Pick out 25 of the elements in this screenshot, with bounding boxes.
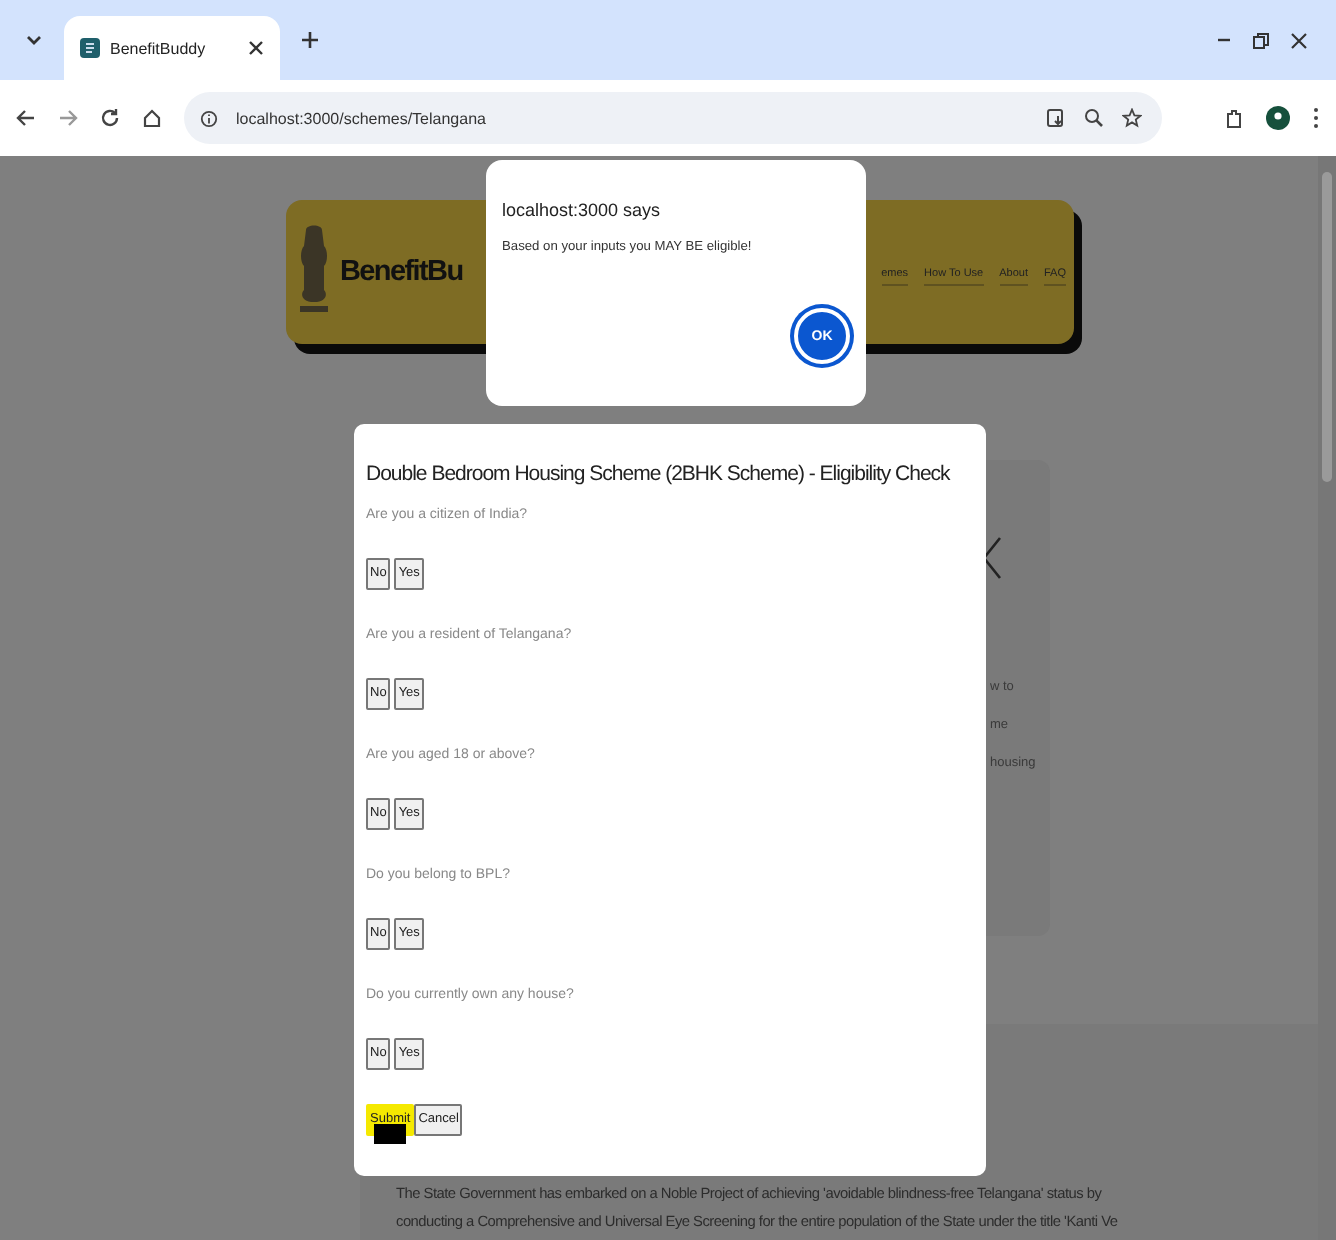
extensions-icon[interactable]	[1224, 107, 1244, 129]
close-window-icon[interactable]	[1290, 31, 1308, 49]
alert-title: localhost:3000 says	[502, 200, 663, 220]
address-bar[interactable]: localhost:3000/schemes/Telangana	[184, 92, 1162, 144]
zoom-icon[interactable]	[1084, 108, 1104, 128]
restore-icon[interactable]	[1252, 31, 1270, 49]
scrollbar-thumb[interactable]	[1322, 172, 1332, 482]
tab-list-icon[interactable]	[24, 30, 44, 50]
menu-icon[interactable]	[1312, 106, 1320, 130]
chevron-icon	[982, 536, 1002, 580]
forward-icon[interactable]	[58, 108, 78, 128]
favicon-icon	[80, 38, 100, 58]
info-icon	[200, 109, 218, 127]
profile-avatar[interactable]	[1266, 106, 1290, 130]
dialog-title: Double Bedroom Housing Scheme (2BHK Scheme) - Eligibility Check	[366, 460, 953, 488]
star-icon[interactable]	[1122, 108, 1142, 128]
close-icon[interactable]	[248, 40, 264, 56]
brand-name: BenefitBu	[340, 254, 463, 290]
install-icon[interactable]	[1046, 108, 1066, 128]
cursor-block	[374, 1124, 406, 1144]
home-icon[interactable]	[142, 108, 162, 128]
reload-icon[interactable]	[100, 108, 120, 128]
back-icon[interactable]	[16, 108, 36, 128]
browser-tab[interactable]: BenefitBuddy	[64, 16, 280, 80]
new-tab-icon[interactable]	[300, 30, 320, 50]
